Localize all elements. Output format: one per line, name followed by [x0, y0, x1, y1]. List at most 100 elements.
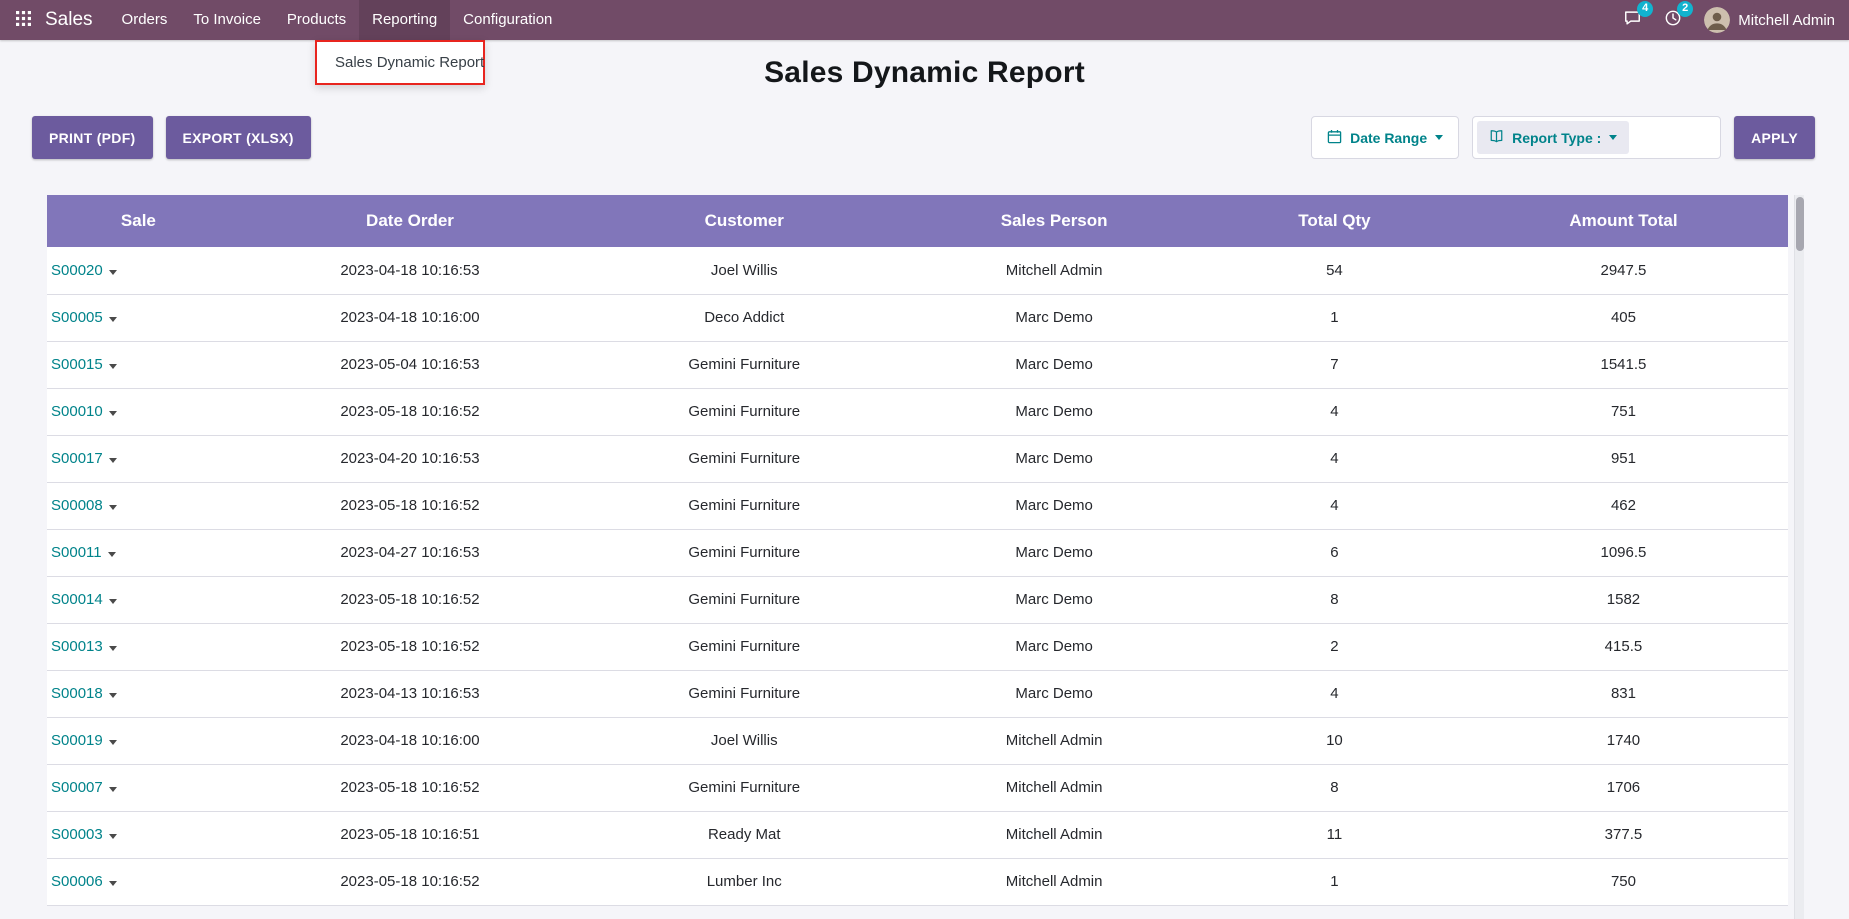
table-row: S00014 2023-05-18 10:16:52 Gemini Furnit…: [47, 576, 1788, 623]
caret-down-icon[interactable]: [109, 881, 117, 886]
menu-orders[interactable]: Orders: [109, 0, 181, 40]
sale-order-link[interactable]: S00015: [51, 356, 103, 373]
amount-total-cell: 1541.5: [1459, 341, 1788, 388]
sale-order-link[interactable]: S00019: [51, 732, 103, 749]
menu-configuration[interactable]: Configuration: [450, 0, 565, 40]
sale-order-link[interactable]: S00011: [51, 544, 102, 561]
date-order-cell: 2023-05-04 10:16:53: [230, 341, 590, 388]
caret-down-icon: [1609, 135, 1617, 140]
customer-cell: Gemini Furniture: [590, 435, 898, 482]
amount-total-cell: 1706: [1459, 764, 1788, 811]
activities-button[interactable]: 2: [1664, 9, 1682, 32]
sale-order-link[interactable]: S00008: [51, 497, 103, 514]
sale-order-link[interactable]: S00013: [51, 638, 103, 655]
salesperson-cell: Marc Demo: [898, 482, 1210, 529]
sale-order-link[interactable]: S00003: [51, 826, 103, 843]
caret-down-icon[interactable]: [109, 364, 117, 369]
report-type-dropdown[interactable]: Report Type :: [1477, 121, 1629, 154]
sale-order-link[interactable]: S00020: [51, 262, 103, 279]
report-type-label: Report Type :: [1512, 130, 1601, 146]
sale-order-link[interactable]: S00014: [51, 591, 103, 608]
caret-down-icon[interactable]: [109, 740, 117, 745]
amount-total-cell: 2947.5: [1459, 247, 1788, 294]
amount-total-cell: 751: [1459, 388, 1788, 435]
sale-order-link[interactable]: S00010: [51, 403, 103, 420]
caret-down-icon[interactable]: [108, 552, 116, 557]
user-name: Mitchell Admin: [1738, 12, 1835, 29]
sale-cell: S00015: [47, 341, 230, 388]
amount-total-cell: 951: [1459, 435, 1788, 482]
table-row: S00005 2023-04-18 10:16:00 Deco Addict M…: [47, 294, 1788, 341]
table-row: S00011 2023-04-27 10:16:53 Gemini Furnit…: [47, 529, 1788, 576]
table-scrollbar[interactable]: [1794, 195, 1804, 919]
sale-cell: S00018: [47, 670, 230, 717]
customer-cell: Deco Addict: [590, 294, 898, 341]
menu-reporting[interactable]: Reporting: [359, 0, 450, 40]
table-row: S00007 2023-05-18 10:16:52 Gemini Furnit…: [47, 764, 1788, 811]
menu-sales-dynamic-report[interactable]: Sales Dynamic Report: [317, 44, 483, 81]
date-order-cell: 2023-04-20 10:16:53: [230, 435, 590, 482]
total-qty-cell: 1: [1210, 858, 1459, 905]
total-qty-cell: 8: [1210, 764, 1459, 811]
customer-cell: Gemini Furniture: [590, 341, 898, 388]
salesperson-cell: Mitchell Admin: [898, 811, 1210, 858]
total-qty-cell: 2: [1210, 623, 1459, 670]
sale-order-link[interactable]: S00018: [51, 685, 103, 702]
scrollbar-thumb[interactable]: [1796, 197, 1804, 251]
table-row: S00015 2023-05-04 10:16:53 Gemini Furnit…: [47, 341, 1788, 388]
salesperson-cell: Marc Demo: [898, 623, 1210, 670]
caret-down-icon[interactable]: [109, 834, 117, 839]
caret-down-icon[interactable]: [109, 505, 117, 510]
salesperson-cell: Marc Demo: [898, 670, 1210, 717]
caret-down-icon[interactable]: [109, 317, 117, 322]
sale-cell: S00017: [47, 435, 230, 482]
amount-total-cell: 750: [1459, 858, 1788, 905]
caret-down-icon[interactable]: [109, 599, 117, 604]
table-row: S00020 2023-04-18 10:16:53 Joel Willis M…: [47, 247, 1788, 294]
salesperson-cell: Marc Demo: [898, 576, 1210, 623]
menu-products[interactable]: Products: [274, 0, 359, 40]
menu-to-invoice[interactable]: To Invoice: [180, 0, 274, 40]
page-title: Sales Dynamic Report: [0, 56, 1849, 90]
messages-button[interactable]: 4: [1623, 9, 1642, 32]
app-brand[interactable]: Sales: [45, 9, 93, 31]
customer-cell: Gemini Furniture: [590, 670, 898, 717]
salesperson-cell: Marc Demo: [898, 388, 1210, 435]
caret-down-icon[interactable]: [109, 787, 117, 792]
export-xlsx-button[interactable]: EXPORT (XLSX): [166, 116, 311, 159]
table-row: S00019 2023-04-18 10:16:00 Joel Willis M…: [47, 717, 1788, 764]
sale-order-link[interactable]: S00005: [51, 309, 103, 326]
caret-down-icon: [1435, 135, 1443, 140]
caret-down-icon[interactable]: [109, 411, 117, 416]
total-qty-cell: 4: [1210, 435, 1459, 482]
caret-down-icon[interactable]: [109, 458, 117, 463]
sale-cell: S00019: [47, 717, 230, 764]
total-qty-cell: 1: [1210, 294, 1459, 341]
user-menu[interactable]: Mitchell Admin: [1704, 7, 1835, 33]
toolbar: PRINT (PDF) EXPORT (XLSX) Date Range: [32, 116, 1815, 159]
apps-menu-button[interactable]: [8, 11, 39, 29]
customer-cell: Gemini Furniture: [590, 576, 898, 623]
report-table-container: Sale Date Order Customer Sales Person To…: [47, 195, 1788, 906]
salesperson-cell: Mitchell Admin: [898, 764, 1210, 811]
apps-grid-icon: [16, 11, 31, 29]
sale-order-link[interactable]: S00006: [51, 873, 103, 890]
print-pdf-button[interactable]: PRINT (PDF): [32, 116, 153, 159]
sale-order-link[interactable]: S00007: [51, 779, 103, 796]
table-row: S00017 2023-04-20 10:16:53 Gemini Furnit…: [47, 435, 1788, 482]
sale-cell: S00014: [47, 576, 230, 623]
caret-down-icon[interactable]: [109, 693, 117, 698]
caret-down-icon[interactable]: [109, 270, 117, 275]
sale-cell: S00007: [47, 764, 230, 811]
salesperson-cell: Marc Demo: [898, 294, 1210, 341]
date-range-dropdown[interactable]: Date Range: [1311, 116, 1459, 159]
date-order-cell: 2023-04-27 10:16:53: [230, 529, 590, 576]
apply-button[interactable]: APPLY: [1734, 116, 1815, 159]
sale-cell: S00010: [47, 388, 230, 435]
date-order-cell: 2023-04-18 10:16:53: [230, 247, 590, 294]
sale-order-link[interactable]: S00017: [51, 450, 103, 467]
sale-cell: S00013: [47, 623, 230, 670]
caret-down-icon[interactable]: [109, 646, 117, 651]
table-row: S00003 2023-05-18 10:16:51 Ready Mat Mit…: [47, 811, 1788, 858]
avatar: [1704, 7, 1730, 33]
